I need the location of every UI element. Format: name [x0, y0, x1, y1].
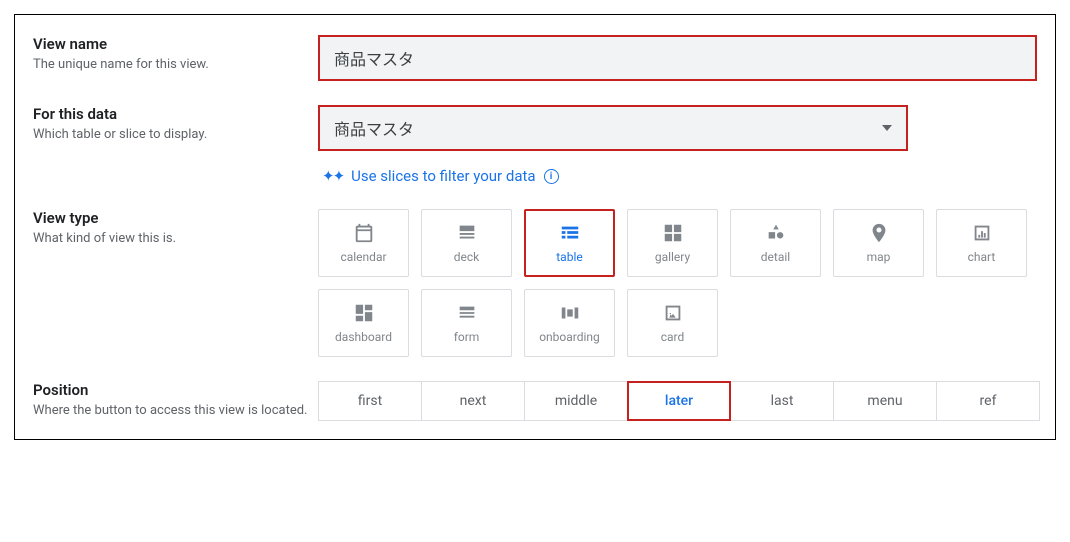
view-type-label: View type What kind of view this is. [33, 209, 318, 246]
view-settings-panel: View name The unique name for this view.… [14, 14, 1056, 440]
view-type-label: form [454, 330, 480, 344]
position-middle[interactable]: middle [524, 381, 628, 421]
view-type-card[interactable]: card [627, 289, 718, 357]
view-type-label: detail [761, 250, 790, 264]
position-desc: Where the button to access this view is … [33, 403, 318, 418]
detail-icon [765, 222, 787, 244]
view-type-table[interactable]: table [524, 209, 615, 277]
slices-link[interactable]: Use slices to filter your data [351, 167, 535, 185]
position-row: Position Where the button to access this… [33, 381, 1037, 421]
for-data-title: For this data [33, 105, 318, 123]
view-type-label: calendar [340, 250, 386, 264]
position-later[interactable]: later [627, 381, 731, 421]
view-type-label: gallery [655, 250, 690, 264]
position-first[interactable]: first [318, 381, 422, 421]
card-icon [662, 302, 684, 324]
calendar-icon [353, 222, 375, 244]
position-ref[interactable]: ref [936, 381, 1040, 421]
view-type-gallery[interactable]: gallery [627, 209, 718, 277]
for-data-select[interactable]: 商品マスタ [318, 105, 908, 151]
for-data-row: For this data Which table or slice to di… [33, 105, 1037, 185]
view-type-label: card [661, 330, 685, 344]
view-type-desc: What kind of view this is. [33, 231, 318, 246]
onboarding-icon [559, 302, 581, 324]
view-type-label: dashboard [335, 330, 392, 344]
position-next[interactable]: next [421, 381, 525, 421]
view-type-label: deck [454, 250, 480, 264]
map-icon [868, 222, 890, 244]
sparkle-icon: ✦✦ [322, 167, 343, 185]
view-name-label: View name The unique name for this view. [33, 35, 318, 72]
view-type-row: View type What kind of view this is. cal… [33, 209, 1037, 357]
view-type-calendar[interactable]: calendar [318, 209, 409, 277]
deck-icon [456, 222, 478, 244]
view-type-onboarding[interactable]: onboarding [524, 289, 615, 357]
table-icon [559, 222, 581, 244]
view-name-row: View name The unique name for this view. [33, 35, 1037, 81]
view-type-label: map [867, 250, 891, 264]
view-name-desc: The unique name for this view. [33, 57, 318, 72]
view-type-label: onboarding [539, 330, 600, 344]
position-label: Position Where the button to access this… [33, 381, 318, 418]
view-type-form[interactable]: form [421, 289, 512, 357]
for-data-desc: Which table or slice to display. [33, 127, 318, 142]
form-icon [456, 302, 478, 324]
view-type-label: chart [968, 250, 996, 264]
view-type-label: table [556, 250, 582, 264]
gallery-icon [662, 222, 684, 244]
view-type-deck[interactable]: deck [421, 209, 512, 277]
caret-down-icon [882, 125, 892, 131]
view-type-detail[interactable]: detail [730, 209, 821, 277]
chart-icon [971, 222, 993, 244]
view-type-title: View type [33, 209, 318, 227]
view-type-grid: calendar deck table gallery detail map chart da… [318, 209, 1037, 357]
position-last[interactable]: last [730, 381, 834, 421]
for-data-label: For this data Which table or slice to di… [33, 105, 318, 142]
view-name-input[interactable] [318, 35, 1037, 81]
view-type-dashboard[interactable]: dashboard [318, 289, 409, 357]
view-type-map[interactable]: map [833, 209, 924, 277]
view-type-chart[interactable]: chart [936, 209, 1027, 277]
slices-link-row: ✦✦ Use slices to filter your data i [322, 167, 1037, 185]
position-menu[interactable]: menu [833, 381, 937, 421]
position-options: firstnextmiddlelaterlastmenuref [318, 381, 1039, 421]
for-data-selected-value: 商品マスタ [334, 116, 882, 140]
dashboard-icon [353, 302, 375, 324]
info-icon[interactable]: i [544, 169, 559, 184]
position-title: Position [33, 381, 318, 399]
view-name-title: View name [33, 35, 318, 53]
